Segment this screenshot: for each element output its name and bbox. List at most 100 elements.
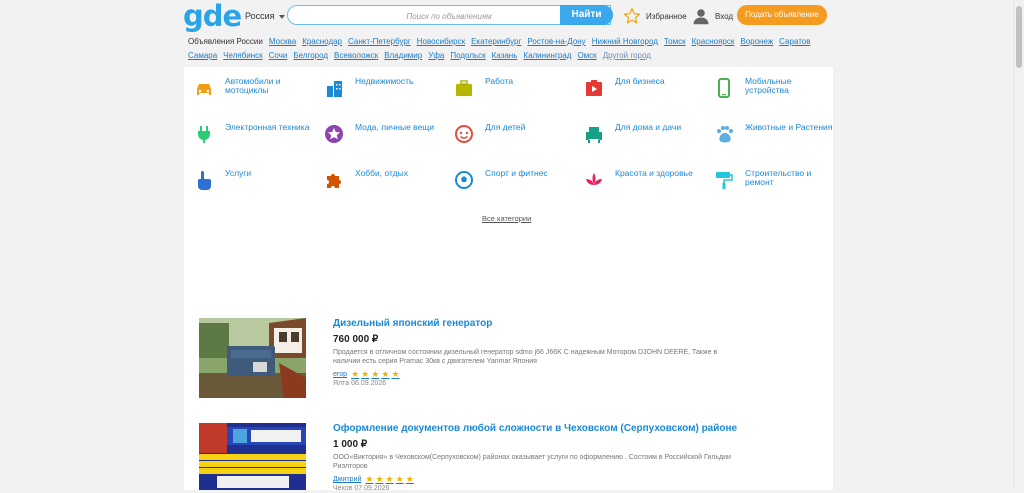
favorites-label: Избранное	[646, 11, 687, 21]
city-link[interactable]: Саратов	[779, 37, 810, 46]
rating-stars: ★ ★ ★ ★ ★	[351, 369, 400, 379]
lotus-icon	[586, 173, 602, 185]
category-label: Хобби, отдых	[355, 168, 408, 178]
category-link[interactable]: Работа	[454, 77, 574, 107]
city-link[interactable]: Всеволожск	[334, 51, 378, 60]
category-link[interactable]: Мода, личные вещи	[324, 123, 444, 153]
city-link[interactable]: Челябинск	[223, 51, 262, 60]
page-scrollbar[interactable]	[1013, 0, 1024, 490]
city-link[interactable]: Калининград	[523, 51, 571, 60]
listing-photo-documents[interactable]	[199, 423, 306, 490]
listing-photo-generator[interactable]	[199, 318, 306, 398]
category-link[interactable]: Красота и здоровье	[584, 169, 704, 199]
category-label: Для дома и дачи	[615, 122, 682, 132]
city-link[interactable]: Москва	[269, 37, 296, 46]
ball-icon	[455, 171, 473, 189]
listing-card[interactable]: Дизельный японский генератор 760 000 ₽ П…	[199, 318, 819, 403]
city-link[interactable]: Воронеж	[740, 37, 773, 46]
all-categories-link[interactable]: Все категории	[482, 214, 531, 223]
category-link[interactable]: Животные и Растения	[714, 123, 834, 153]
phone-icon	[718, 78, 730, 98]
category-label: Недвижимость	[355, 76, 414, 86]
city-link[interactable]: Ростов-на-Дону	[527, 37, 585, 46]
listing-description: Продается в отличном состоянии дизельный…	[333, 349, 718, 365]
category-link[interactable]: Для детей	[454, 123, 574, 153]
city-link[interactable]: Нижний Новгород	[592, 37, 658, 46]
category-label: Мода, личные вещи	[355, 122, 435, 132]
category-label: Услуги	[225, 168, 252, 178]
city-link[interactable]: Подольск	[450, 51, 485, 60]
category-label: Красота и здоровье	[615, 168, 693, 178]
search-button[interactable]: Найти	[560, 5, 613, 25]
category-link[interactable]: Мобильные устройства	[714, 77, 834, 107]
category-link[interactable]: Спорт и фитнес	[454, 169, 574, 199]
city-link[interactable]: Красноярск	[692, 37, 735, 46]
category-label: Спорт и фитнес	[485, 168, 548, 178]
category-label: Электронная техника	[225, 122, 310, 132]
login-link[interactable]: Вход	[692, 6, 733, 26]
child-face-icon	[455, 125, 473, 143]
listing-card[interactable]: Оформление документов любой сложности в …	[199, 423, 819, 493]
category-link[interactable]: Для дома и дачи	[584, 123, 704, 153]
city-link[interactable]: Екатеринбург	[471, 37, 521, 46]
city-link[interactable]: Сочи	[269, 51, 288, 60]
city-link[interactable]: Владимир	[384, 51, 422, 60]
seller-link[interactable]: Дмитрий	[333, 476, 361, 483]
business-icon	[586, 80, 602, 96]
city-link[interactable]: Томск	[664, 37, 686, 46]
star-badge-icon	[325, 125, 343, 143]
city-link[interactable]: Казань	[492, 51, 518, 60]
seller-link[interactable]: егор	[333, 371, 347, 378]
chevron-down-icon	[278, 14, 285, 19]
seller-row: Дмитрий ★ ★ ★ ★ ★	[333, 474, 416, 485]
login-label: Вход	[715, 11, 734, 21]
category-link[interactable]: Услуги	[194, 169, 314, 199]
category-label: Для бизнеса	[615, 76, 665, 86]
category-link[interactable]: Строительство и ремонт	[714, 169, 834, 199]
main-panel: Автомобили и мотоциклы Недвижимость Работа…	[184, 67, 834, 493]
city-link[interactable]: Санкт-Петербург	[348, 37, 411, 46]
region-label: Россия	[245, 11, 275, 21]
region-selector[interactable]: Россия	[245, 11, 285, 21]
city-link[interactable]: Омск	[577, 51, 596, 60]
paint-roller-icon	[716, 172, 733, 189]
listing-title[interactable]: Дизельный японский генератор	[333, 318, 492, 329]
listing-description: ООО«Виктория» в Чеховском(Серпуховском) …	[333, 454, 731, 470]
armchair-icon	[586, 127, 602, 143]
category-link[interactable]: Автомобили и мотоциклы	[194, 77, 314, 107]
city-row: Объявления России Москва Краснодар Санкт-Пе…	[188, 35, 828, 49]
cities-lead: Объявления России	[188, 37, 263, 46]
listing-meta: Чехов 07.09.2026	[333, 485, 390, 492]
city-link[interactable]: Краснодар	[302, 37, 342, 46]
category-link[interactable]: Недвижимость	[324, 77, 444, 107]
paw-icon	[717, 126, 733, 143]
briefcase-icon	[456, 80, 472, 96]
category-link[interactable]: Для бизнеса	[584, 77, 704, 107]
category-label: Для детей	[485, 122, 526, 132]
city-row: Самара Челябинск Сочи Белгород Всеволожск Вла…	[188, 49, 828, 63]
star-outline-icon	[623, 7, 641, 24]
header: gde Россия Найти Избранное Вход Подать о…	[183, 0, 833, 34]
city-link[interactable]: Уфа	[428, 51, 444, 60]
city-link[interactable]: Белгород	[293, 51, 328, 60]
rating-stars: ★ ★ ★ ★ ★	[365, 474, 414, 484]
category-label: Мобильные устройства	[745, 76, 792, 95]
listing-price: 1 000 ₽	[333, 439, 368, 450]
buildings-icon	[327, 81, 342, 97]
favorites-link[interactable]: Избранное	[623, 6, 687, 26]
user-icon	[693, 9, 709, 25]
other-city-link[interactable]: Другой город	[603, 51, 651, 60]
category-label: Автомобили и мотоциклы	[225, 76, 281, 95]
city-link[interactable]: Новосибирск	[417, 37, 465, 46]
listing-title[interactable]: Оформление документов любой сложности в …	[333, 423, 737, 434]
city-links: Объявления России Москва Краснодар Санкт-Пе…	[188, 35, 828, 63]
post-ad-button[interactable]: Подать объявление	[737, 5, 827, 25]
scrollbar-thumb[interactable]	[1016, 6, 1022, 68]
seller-row: егор ★ ★ ★ ★ ★	[333, 369, 401, 380]
category-link[interactable]: Хобби, отдых	[324, 169, 444, 199]
city-link[interactable]: Самара	[188, 51, 217, 60]
puzzle-icon	[327, 174, 341, 188]
car-icon	[197, 84, 211, 95]
site-logo[interactable]: gde	[183, 1, 242, 31]
category-link[interactable]: Электронная техника	[194, 123, 314, 153]
